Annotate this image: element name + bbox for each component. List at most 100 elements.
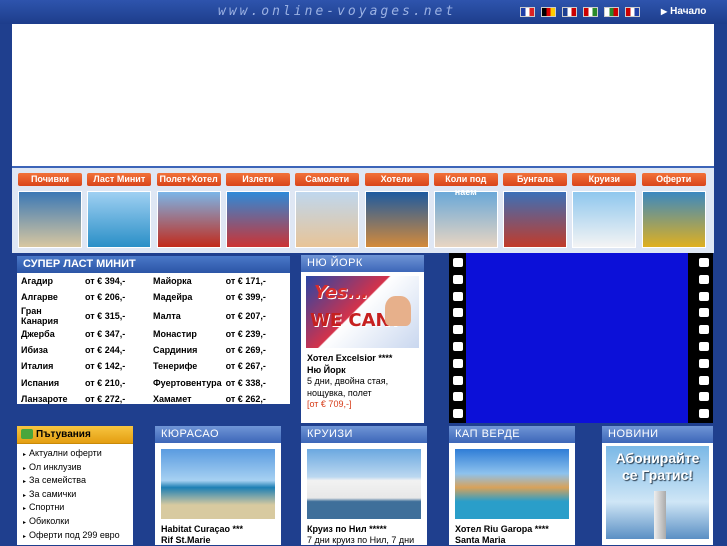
travel-menu-item[interactable]: ▸ Спортни <box>23 501 133 515</box>
destination-cell[interactable]: Монастир <box>149 326 222 342</box>
table-row[interactable]: Ланзароте от € 272,- Хамамет от € 262,- <box>17 391 290 407</box>
category-item[interactable]: Полет+Хотел <box>156 173 221 248</box>
category-item[interactable]: Коли под наем <box>433 173 498 248</box>
category-item[interactable]: Круизи <box>572 173 637 248</box>
destination-cell[interactable]: Италия <box>17 358 81 374</box>
price-cell: от € 207,- <box>225 310 266 321</box>
film-hole <box>453 274 463 284</box>
cape-verde-location: Santa Maria <box>455 535 506 545</box>
category-button[interactable]: Коли под наем <box>433 173 498 197</box>
site-url-text: www.online-voyages.net <box>218 4 457 19</box>
newsletter-line-1: Абонирайте <box>615 450 700 466</box>
travel-menu-item[interactable]: ▸ Ол инклузив <box>23 461 133 475</box>
uk-flag[interactable] <box>562 7 577 17</box>
table-row[interactable]: Гран Канария от € 315,- Малта от € 207,- <box>17 306 290 326</box>
category-item[interactable]: Самолети <box>295 173 360 248</box>
filmstrip-slideshow[interactable] <box>449 253 713 423</box>
table-row[interactable]: Испания от € 210,- Фуертовентура от € 338,- <box>17 374 290 390</box>
netherlands-flag[interactable] <box>625 7 640 17</box>
hungary-flag[interactable] <box>583 7 598 17</box>
category-button[interactable]: Бунгала <box>503 173 568 186</box>
yes-we-can-image[interactable]: Yes... WE CAN! <box>306 276 419 348</box>
category-image[interactable] <box>156 191 221 248</box>
nile-cruise-image[interactable] <box>307 449 421 519</box>
category-image[interactable] <box>18 191 82 248</box>
destination-cell[interactable]: Гран Канария <box>17 306 81 326</box>
category-image[interactable] <box>641 191 706 248</box>
category-image[interactable] <box>572 191 637 248</box>
top-bar: www.online-voyages.net ▶ Начало <box>0 0 727 24</box>
table-row[interactable]: Агадир от € 394,- Майорка от € 171,- <box>17 273 290 289</box>
destination-cell[interactable]: Джерба <box>17 326 81 342</box>
category-item[interactable]: Излети <box>225 173 290 248</box>
price-cell: от € 269,- <box>225 345 266 356</box>
destination-cell[interactable]: Ланзароте <box>17 391 81 407</box>
category-item[interactable]: Почивки <box>18 173 82 248</box>
category-button[interactable]: Почивки <box>18 173 82 186</box>
last-minute-table: Агадир от € 394,- Майорка от € 171,- Алгарве… <box>17 273 290 407</box>
category-image[interactable] <box>433 191 498 248</box>
destination-cell[interactable]: Алгарве <box>17 289 81 305</box>
category-image[interactable] <box>503 191 568 248</box>
news-box[interactable]: НОВИНИ Абонирайте се Гратис! <box>602 426 713 545</box>
category-button[interactable]: Самолети <box>295 173 360 186</box>
germany-flag[interactable] <box>541 7 556 17</box>
cape-verde-hotel[interactable]: Хотел Riu Garopa **** <box>455 524 569 535</box>
category-item[interactable]: Оферти <box>641 173 706 248</box>
cruises-title: КРУИЗИ <box>301 426 427 443</box>
offer-desc-1: 5 дни, двойна стая, <box>307 376 389 386</box>
destination-cell[interactable]: Испания <box>17 374 81 390</box>
category-button[interactable]: Излети <box>225 173 290 186</box>
travel-menu-item[interactable]: ▸ Оферти под 299 евро <box>23 529 133 543</box>
film-hole <box>699 409 709 419</box>
destination-cell[interactable]: Хамамет <box>149 391 222 407</box>
cruise-name[interactable]: Круиз по Нил ***** <box>307 524 421 535</box>
table-row[interactable]: Ибиза от € 244,- Сардиния от € 269,- <box>17 342 290 358</box>
film-hole <box>453 409 463 419</box>
price-cell: от € 399,- <box>225 292 266 303</box>
cape-verde-box[interactable]: КАП ВЕРДЕ Хотел Riu Garopa **** Santa Mar… <box>449 426 575 545</box>
bulgaria-flag[interactable] <box>604 7 619 17</box>
category-button[interactable]: Ласт Минит <box>87 173 152 186</box>
destination-cell[interactable]: Ибиза <box>17 342 81 358</box>
destination-cell[interactable]: Тенерифе <box>149 358 222 374</box>
curacao-hotel[interactable]: Habitat Curaçao *** <box>161 524 275 535</box>
destination-cell[interactable]: Майорка <box>149 273 222 289</box>
category-image[interactable] <box>87 191 152 248</box>
hotel-name[interactable]: Хотел Excelsior **** <box>307 353 418 365</box>
table-row[interactable]: Алгарве от € 206,- Мадейра от € 399,- <box>17 289 290 305</box>
category-image[interactable] <box>295 191 360 248</box>
curacao-box[interactable]: КЮРАСАО Habitat Curaçao *** Rif St.Marie <box>155 426 281 545</box>
price-cell: от € 210,- <box>85 377 126 388</box>
travel-menu-item[interactable]: ▸ Актуални оферти <box>23 447 133 461</box>
destination-cell[interactable]: Фуертовентура <box>149 374 222 390</box>
category-button[interactable]: Хотели <box>364 173 429 186</box>
film-hole <box>453 358 463 368</box>
newsletter-banner[interactable]: Абонирайте се Гратис! <box>606 446 709 539</box>
category-item[interactable]: Ласт Минит <box>87 173 152 248</box>
travel-menu-item-label: За семейства <box>29 475 86 486</box>
cape-verde-resort-image[interactable] <box>455 449 569 519</box>
table-row[interactable]: Италия от € 142,- Тенерифе от € 267,- <box>17 358 290 374</box>
category-item[interactable]: Хотели <box>364 173 429 248</box>
cruises-box[interactable]: КРУИЗИ Круиз по Нил ***** 7 дни круиз по … <box>301 426 427 545</box>
category-button[interactable]: Оферти <box>641 173 706 186</box>
travel-menu-item[interactable]: ▸ Обиколки <box>23 515 133 529</box>
new-york-box[interactable]: НЮ ЙОРК Yes... WE CAN! Хотел Excelsior *… <box>301 255 424 423</box>
travel-menu-item[interactable]: ▸ За семейства <box>23 474 133 488</box>
destination-cell[interactable]: Малта <box>149 306 222 326</box>
france-flag[interactable] <box>520 7 535 17</box>
category-image[interactable] <box>225 191 290 248</box>
category-image[interactable] <box>364 191 429 248</box>
table-row[interactable]: Джерба от € 347,- Монастир от € 239,- <box>17 326 290 342</box>
destination-cell[interactable]: Мадейра <box>149 289 222 305</box>
destination-cell[interactable]: Агадир <box>17 273 81 289</box>
category-item[interactable]: Бунгала <box>503 173 568 248</box>
travel-menu-item[interactable]: ▸ За самички <box>23 488 133 502</box>
destination-cell[interactable]: Сардиния <box>149 342 222 358</box>
category-button[interactable]: Полет+Хотел <box>156 173 221 186</box>
category-button[interactable]: Круизи <box>572 173 637 186</box>
home-link[interactable]: ▶ Начало <box>661 6 706 17</box>
curacao-beach-image[interactable] <box>161 449 275 519</box>
travel-menu: Пътувания ▸ Актуални оферти ▸ Ол инклузив ▸ З… <box>17 426 133 545</box>
